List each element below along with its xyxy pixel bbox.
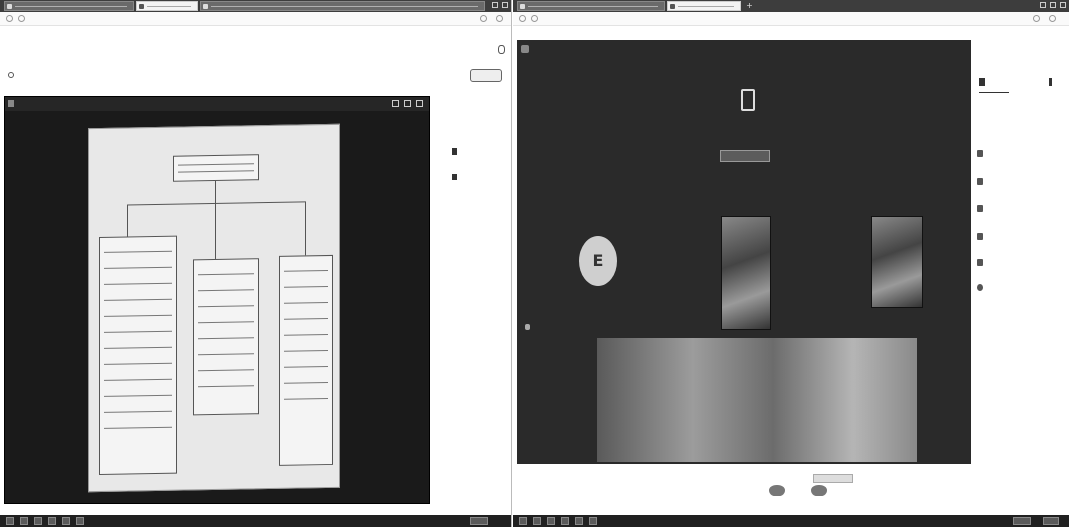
taskbar	[0, 515, 511, 527]
fullscreen-icon[interactable]	[404, 100, 411, 107]
extension-icon[interactable]	[1033, 15, 1040, 22]
start-icon[interactable]	[6, 517, 14, 525]
meeting-icon	[521, 45, 529, 53]
back-icon[interactable]	[6, 15, 13, 22]
tab[interactable]	[517, 1, 665, 11]
more-options-icon[interactable]	[416, 100, 423, 107]
tab-active[interactable]	[667, 1, 741, 11]
maximize-icon[interactable]	[502, 2, 508, 8]
mic-icon[interactable]	[977, 150, 983, 157]
settings-icon[interactable]	[977, 284, 983, 291]
record-icon[interactable]	[977, 259, 983, 266]
tray-icons[interactable]	[1013, 517, 1031, 525]
mic-off-icon	[525, 324, 530, 330]
favicon-icon	[139, 4, 144, 9]
app-icon[interactable]	[589, 517, 597, 525]
window-controls[interactable]	[492, 2, 508, 8]
right-browser-window: + E	[513, 0, 1069, 527]
people-icon[interactable]	[452, 148, 457, 155]
action-button[interactable]	[470, 69, 502, 82]
camera-icon[interactable]	[977, 178, 983, 185]
minimize-icon[interactable]	[492, 2, 498, 8]
raise-hand-icon[interactable]	[813, 474, 853, 483]
maximize-icon[interactable]	[1050, 2, 1056, 8]
favicon-icon	[7, 4, 12, 9]
tab[interactable]	[4, 1, 134, 11]
diagram-column-left	[99, 235, 177, 476]
pin-icon[interactable]	[392, 100, 399, 107]
forward-icon[interactable]	[18, 15, 25, 22]
diagram-title-box	[173, 154, 259, 182]
phone-icon	[741, 89, 755, 111]
settings-icon[interactable]	[8, 72, 14, 78]
tab-underline	[979, 92, 1009, 93]
presenter-icon	[8, 100, 14, 107]
left-browser-window	[0, 0, 512, 527]
folder-icon[interactable]	[561, 517, 569, 525]
extension-icon[interactable]	[480, 15, 487, 22]
folder-icon[interactable]	[48, 517, 56, 525]
tab-strip	[0, 0, 511, 12]
forward-icon[interactable]	[531, 15, 538, 22]
menu-icon[interactable]	[496, 15, 503, 22]
back-icon[interactable]	[519, 15, 526, 22]
favicon-icon	[203, 4, 208, 9]
window-controls[interactable]	[1040, 2, 1066, 8]
participant-video[interactable]	[871, 216, 923, 308]
tab[interactable]	[200, 1, 485, 11]
participant-video-large[interactable]	[597, 338, 917, 462]
favicon-icon	[670, 4, 675, 9]
app-icon[interactable]	[62, 517, 70, 525]
diagram-column-middle	[193, 258, 259, 416]
notification-icon[interactable]	[1043, 517, 1059, 525]
start-icon[interactable]	[519, 517, 527, 525]
new-tab-icon[interactable]: +	[745, 1, 754, 10]
app-icon[interactable]	[575, 517, 583, 525]
address-bar[interactable]	[513, 12, 1069, 26]
status-button[interactable]	[720, 150, 770, 162]
minimize-icon[interactable]	[1040, 2, 1046, 8]
shared-paper-document	[88, 123, 340, 493]
reaction-heart-icon[interactable]	[811, 485, 827, 496]
search-icon[interactable]	[533, 517, 541, 525]
more-icon[interactable]	[1049, 78, 1052, 86]
menu-icon[interactable]	[1049, 15, 1056, 22]
layout-icon[interactable]	[977, 233, 983, 240]
screen-share-icon[interactable]	[977, 205, 983, 212]
app-icon[interactable]	[76, 517, 84, 525]
share-tile-header	[5, 97, 429, 111]
tray-icons[interactable]	[470, 517, 488, 525]
tab-strip: +	[513, 0, 1069, 12]
browser-icon[interactable]	[34, 517, 42, 525]
taskbar	[513, 515, 1069, 527]
info-icon[interactable]	[498, 45, 505, 54]
diagram-column-right	[279, 254, 333, 466]
participant-video[interactable]	[721, 216, 771, 330]
people-icon[interactable]	[979, 78, 985, 86]
address-bar[interactable]	[0, 12, 511, 26]
participant-avatar[interactable]: E	[579, 236, 617, 286]
search-icon[interactable]	[20, 517, 28, 525]
favicon-icon	[520, 4, 525, 9]
tab-active[interactable]	[136, 1, 198, 11]
chat-icon[interactable]	[452, 174, 457, 180]
browser-icon[interactable]	[547, 517, 555, 525]
meeting-stage: E	[517, 40, 971, 464]
close-icon[interactable]	[1060, 2, 1066, 8]
reaction-heart-icon[interactable]	[769, 485, 785, 496]
